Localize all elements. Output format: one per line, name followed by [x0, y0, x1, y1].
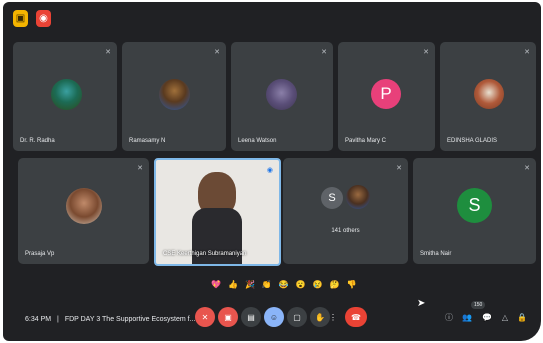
participant-name: Dr. R. Radha: [20, 138, 55, 144]
reaction-clap[interactable]: 👏: [262, 280, 272, 289]
participant-name: Leena Watson: [238, 138, 277, 144]
letter-avatar: P: [371, 79, 401, 109]
letter-avatar: S: [321, 187, 343, 209]
mic-off-icon: ✕: [321, 49, 327, 56]
reaction-sad[interactable]: 😢: [313, 280, 323, 289]
reaction-surprised[interactable]: 😮: [296, 280, 306, 289]
participant-name: Ramasamy N: [129, 138, 166, 144]
more-options-button[interactable]: ⋮: [328, 307, 338, 327]
participant-name: Pavitha Mary C: [345, 138, 387, 144]
meeting-time: 6:34 PM: [25, 316, 52, 323]
participant-name: Prasaja Vp: [25, 251, 55, 257]
participant-tile-edinsha[interactable]: ✕ EDINSHA GLADIS: [440, 42, 536, 151]
profile-photo-avatar: [266, 79, 297, 110]
pin-icon[interactable]: ◉: [267, 166, 273, 174]
present-icon[interactable]: ▣: [13, 10, 28, 27]
record-icon[interactable]: ◉: [36, 10, 51, 27]
camera-off-button[interactable]: ▣: [218, 307, 238, 327]
reaction-thinking[interactable]: 🤔: [330, 280, 340, 289]
participant-tile-radha[interactable]: ✕ Dr. R. Radha: [13, 42, 117, 151]
peacock-photo-avatar: [51, 79, 82, 110]
activities-icon[interactable]: △: [500, 312, 510, 322]
presenter-video: [192, 172, 242, 264]
mic-off-icon: ✕: [423, 49, 429, 56]
raise-hand-button[interactable]: ✋: [310, 307, 330, 327]
others-tile[interactable]: ✕ S 141 others: [283, 158, 408, 264]
captions-button[interactable]: ▤: [241, 307, 261, 327]
mic-off-icon: ✕: [105, 49, 111, 56]
chat-icon[interactable]: 💬: [482, 312, 492, 322]
group-photo-avatar: [474, 79, 504, 109]
reaction-heart[interactable]: 💖: [211, 280, 221, 289]
mic-off-button[interactable]: ✕: [195, 307, 215, 327]
participant-count-badge: 150: [471, 301, 486, 309]
man-photo-avatar: [159, 79, 190, 110]
participant-tile-ramasamy[interactable]: ✕ Ramasamy N: [122, 42, 226, 151]
reaction-bar: 💖 👍 🎉 👏 😂 😮 😢 🤔 👎: [211, 275, 357, 293]
woman-photo-avatar: [66, 188, 102, 224]
reaction-party[interactable]: 🎉: [245, 280, 255, 289]
meeting-info: 6:34 PM | FDP DAY 3 The Supportive Ecosy…: [25, 316, 196, 323]
host-controls-icon[interactable]: 🔒: [517, 312, 527, 322]
meeting-title: FDP DAY 3 The Supportive Ecosystem f...: [64, 316, 196, 323]
others-count: 141 others: [331, 228, 360, 234]
participant-tile-smitha[interactable]: ✕ S Smitha Nair: [413, 158, 536, 264]
reaction-thumbs-down[interactable]: 👎: [347, 280, 357, 289]
man-photo-avatar: [346, 185, 370, 209]
bottom-bar: 6:34 PM | FDP DAY 3 The Supportive Ecosy…: [3, 298, 541, 341]
mic-off-icon: ✕: [137, 165, 143, 172]
participant-name: EDINSHA GLADIS: [447, 138, 498, 144]
info-icon[interactable]: ⓘ: [444, 312, 454, 322]
raise-reaction-button[interactable]: ☺: [264, 307, 284, 327]
presenter-self-view[interactable]: ◉ CSE Keerthigan Subramaniyan: [154, 158, 281, 266]
people-icon[interactable]: 👥: [462, 312, 472, 322]
participant-tile-prasaja[interactable]: ✕ Prasaja Vp: [18, 158, 149, 264]
mic-off-icon: ✕: [524, 165, 530, 172]
participant-name: CSE Keerthigan Subramaniyan: [163, 251, 247, 257]
mic-off-icon: ✕: [396, 165, 402, 172]
meet-window: ▣ ◉ ✕ Dr. R. Radha ✕ Ramasamy N ✕ Leena …: [3, 2, 541, 341]
participant-tile-pavitha[interactable]: ✕ P Pavitha Mary C: [338, 42, 435, 151]
participant-tile-leena[interactable]: ✕ Leena Watson: [231, 42, 333, 151]
letter-avatar: S: [457, 188, 492, 223]
participant-name: Smitha Nair: [420, 251, 452, 257]
leave-call-button[interactable]: ☎: [345, 307, 367, 327]
reaction-laugh[interactable]: 😂: [279, 280, 289, 289]
mic-off-icon: ✕: [214, 49, 220, 56]
present-button[interactable]: ▢: [287, 307, 307, 327]
mic-off-icon: ✕: [524, 49, 530, 56]
mouse-cursor-icon: ➤: [417, 298, 426, 309]
reaction-thumbs-up[interactable]: 👍: [228, 280, 238, 289]
